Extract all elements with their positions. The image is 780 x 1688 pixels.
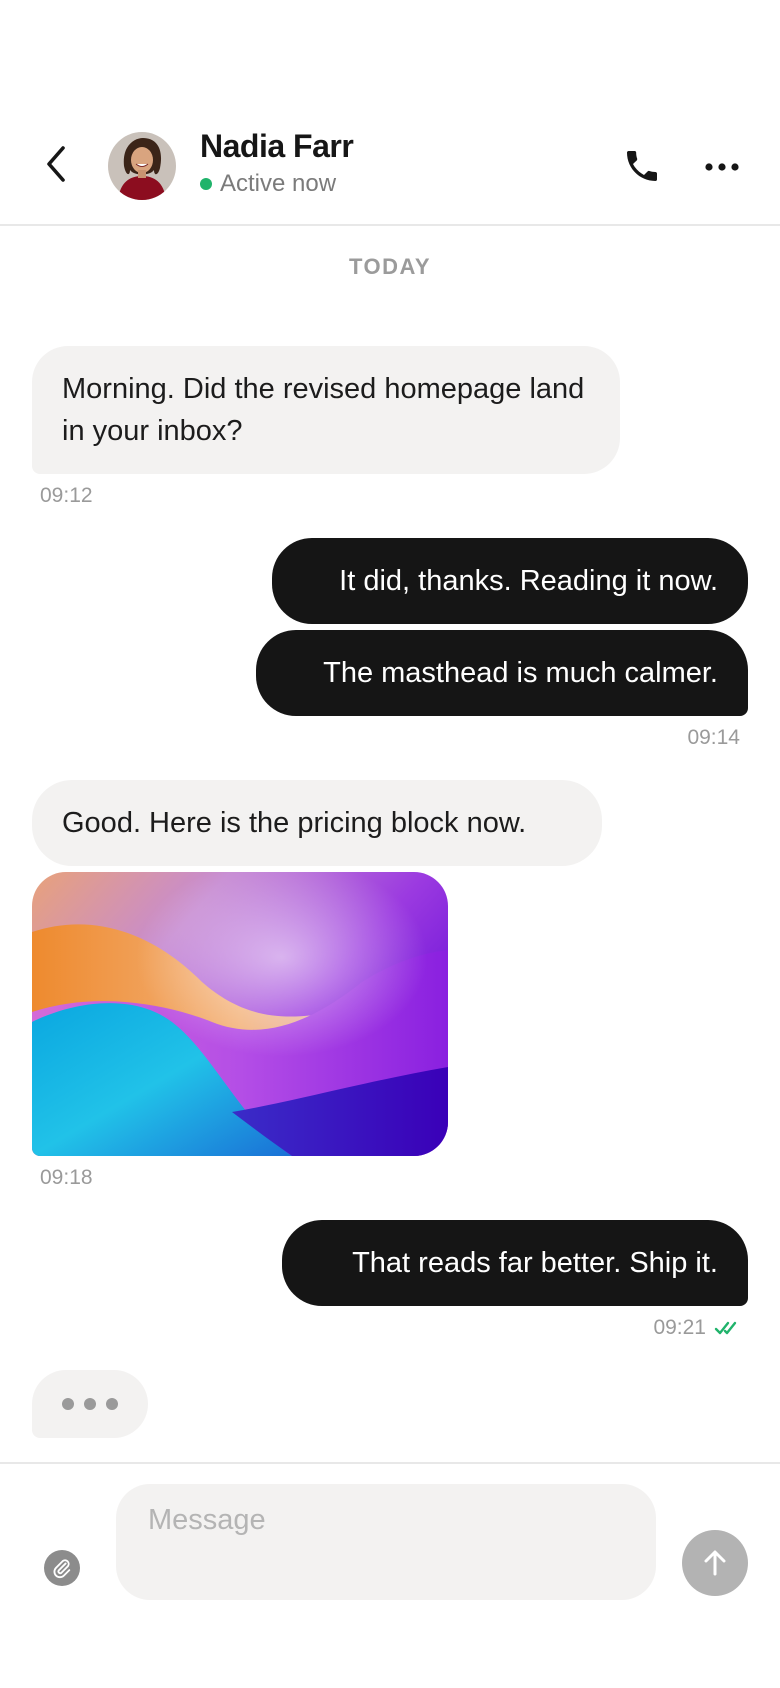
read-receipt-icon: [714, 1321, 737, 1335]
message-timestamp: 09:21: [653, 1316, 706, 1339]
message-timestamp: 09:12: [40, 484, 93, 507]
message-input[interactable]: [116, 1484, 656, 1600]
arrow-up-icon: [704, 1550, 726, 1576]
back-button[interactable]: [38, 140, 74, 188]
paperclip-icon: [53, 1559, 71, 1579]
call-button[interactable]: [622, 146, 666, 190]
phone-icon: [627, 151, 657, 181]
message-bubble-outgoing[interactable]: That reads far better. Ship it.: [282, 1220, 748, 1306]
typing-dot: [62, 1398, 74, 1410]
message-meta: 09:21: [653, 1316, 742, 1340]
more-options-button[interactable]: [700, 150, 744, 184]
message-bubble-outgoing[interactable]: It did, thanks. Reading it now.: [272, 538, 748, 624]
message-bubble-incoming[interactable]: Morning. Did the revised homepage land i…: [32, 346, 620, 474]
message-timestamp: 09:14: [687, 726, 740, 749]
send-button[interactable]: [682, 1530, 748, 1596]
image-attachment[interactable]: [32, 872, 448, 1156]
chat-screen: Nadia Farr Active now TODAY Morning. Did…: [0, 0, 780, 1688]
presence-status: Active now: [200, 170, 336, 198]
typing-dot: [106, 1398, 118, 1410]
presence-text: Active now: [220, 170, 337, 197]
attach-button[interactable]: [44, 1550, 80, 1586]
typing-dot: [84, 1398, 96, 1410]
chevron-left-icon: [47, 146, 65, 182]
more-horizontal-icon: [705, 163, 739, 171]
message-timestamp: 09:18: [40, 1166, 93, 1189]
online-dot-icon: [200, 178, 212, 190]
message-bubble-incoming[interactable]: Good. Here is the pricing block now.: [32, 780, 602, 866]
message-bubble-outgoing[interactable]: The masthead is much calmer.: [256, 630, 748, 716]
contact-name[interactable]: Nadia Farr: [200, 128, 354, 165]
date-separator: TODAY: [348, 254, 432, 279]
typing-indicator: [32, 1370, 148, 1438]
contact-avatar[interactable]: [108, 132, 176, 200]
